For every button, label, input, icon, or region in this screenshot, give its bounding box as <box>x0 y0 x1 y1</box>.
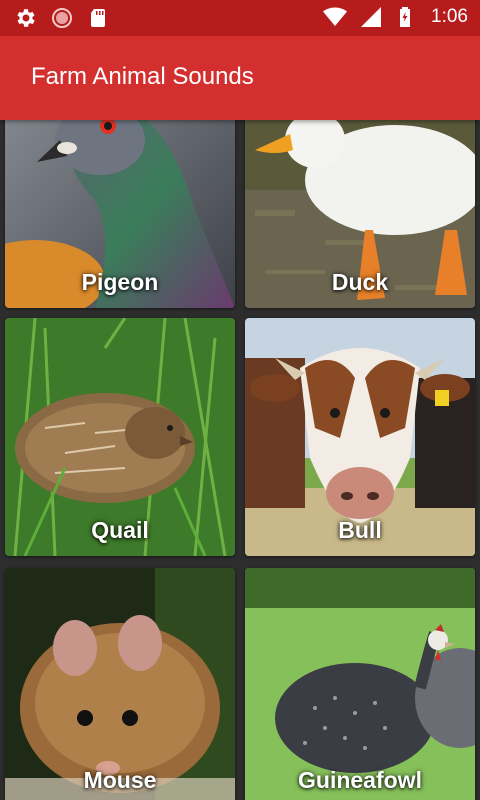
mouse-image <box>5 568 235 800</box>
animal-card-mouse[interactable]: Mouse <box>5 568 235 800</box>
animal-card-bull[interactable]: Bull <box>245 318 475 556</box>
animal-label: Mouse <box>83 767 157 793</box>
wifi-icon <box>323 7 348 26</box>
page-title: Farm Animal Sounds <box>31 63 254 90</box>
signal-icon <box>361 7 382 27</box>
sd-card-icon <box>91 9 105 27</box>
status-bar: 1:06 <box>0 0 480 36</box>
animal-card-duck[interactable]: Duck <box>245 120 475 308</box>
animal-label: Bull <box>338 517 382 543</box>
animal-label: Pigeon <box>81 269 159 295</box>
animal-label: Duck <box>331 269 389 295</box>
animal-label: Quail <box>91 517 149 543</box>
battery-charging-icon <box>400 7 411 27</box>
animal-grid: Pigeon Duck Quail Bull Mouse Guineafowl <box>0 120 480 800</box>
animal-card-guineafowl[interactable]: Guineafowl <box>245 568 475 800</box>
settings-icon <box>17 9 35 27</box>
app-bar: Farm Animal Sounds <box>0 36 480 120</box>
record-icon <box>52 8 72 28</box>
guineafowl-image <box>245 568 475 800</box>
animal-card-pigeon[interactable]: Pigeon <box>5 120 235 308</box>
status-time: 1:06 <box>431 6 468 27</box>
animal-label: Guineafowl <box>298 767 422 793</box>
animal-card-quail[interactable]: Quail <box>5 318 235 556</box>
